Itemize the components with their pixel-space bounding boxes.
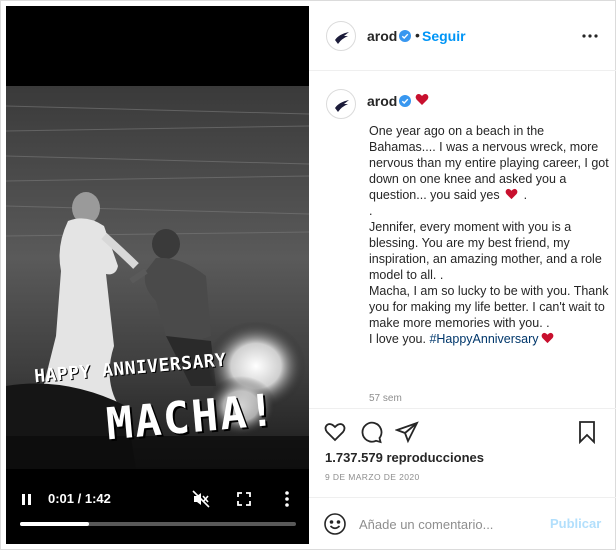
caption-text: One year ago on a beach in the Bahamas..… [369, 123, 609, 347]
publish-button[interactable]: Publicar [550, 516, 601, 531]
like-icon[interactable] [323, 420, 347, 444]
follow-button[interactable]: Seguir [422, 28, 466, 44]
video-progress-bar[interactable] [20, 522, 296, 526]
post-card: HAPPY ANNIVERSARY MACHA! 0:01 / 1:42 aro… [0, 0, 616, 550]
post-actions: 1.737.579 reproducciones 9 DE MARZO DE 2… [309, 408, 616, 498]
save-icon[interactable] [575, 420, 599, 444]
caption-username[interactable]: arod [367, 93, 397, 109]
caption-avatar[interactable] [326, 89, 356, 119]
emoji-icon[interactable] [323, 512, 347, 536]
verified-badge-icon [399, 30, 411, 42]
username[interactable]: arod [367, 28, 397, 44]
separator-dot: • [415, 27, 420, 43]
fullscreen-icon[interactable] [236, 491, 252, 507]
more-horizontal-icon[interactable] [580, 28, 600, 44]
video-progress-fill [20, 522, 89, 526]
heart-emoji-icon [505, 188, 518, 200]
caption-age[interactable]: 57 sem [369, 393, 402, 404]
post-header: arod • Seguir [309, 1, 616, 71]
view-count[interactable]: 1.737.579 reproducciones [325, 450, 484, 465]
verified-badge-icon [399, 95, 411, 107]
avatar[interactable] [326, 21, 356, 51]
video-time: 0:01 / 1:42 [48, 491, 111, 506]
post-date[interactable]: 9 DE MARZO DE 2020 [325, 472, 420, 482]
comment-bar: Publicar [309, 497, 616, 550]
comment-input[interactable] [359, 512, 539, 536]
heart-emoji-icon [541, 332, 553, 344]
post-details-panel: arod • Seguir arod One year ago on a bea… [309, 1, 616, 550]
hashtag-link[interactable]: #HappyAnniversary [429, 332, 538, 346]
more-vertical-icon[interactable] [284, 490, 290, 508]
caption-section: arod One year ago on a beach in the Baha… [309, 71, 616, 408]
share-icon[interactable] [395, 420, 419, 444]
video-player[interactable]: HAPPY ANNIVERSARY MACHA! 0:01 / 1:42 [6, 6, 309, 544]
comment-icon[interactable] [359, 420, 383, 444]
caption-text-part2: . . Jennifer, every moment with you is a… [369, 188, 609, 346]
heart-emoji-icon [415, 94, 429, 105]
video-controls: 0:01 / 1:42 [6, 484, 309, 544]
caption-text-part1: One year ago on a beach in the Bahamas..… [369, 124, 609, 202]
play-pause-icon[interactable] [20, 493, 34, 507]
mute-icon[interactable] [192, 490, 210, 508]
